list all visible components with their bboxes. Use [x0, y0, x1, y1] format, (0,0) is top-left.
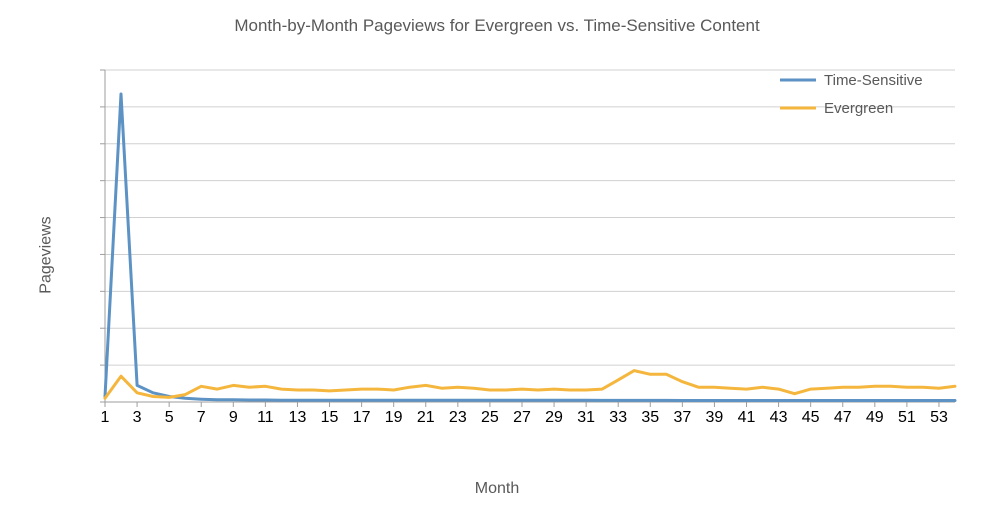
x-tick-label: 29 — [545, 409, 563, 426]
legend-label: Time-Sensitive — [824, 72, 923, 89]
x-tick-label: 37 — [673, 409, 691, 426]
x-tick-label: 31 — [577, 409, 595, 426]
x-tick-label: 35 — [641, 409, 659, 426]
chart-title: Month-by-Month Pageviews for Evergreen v… — [0, 16, 994, 36]
x-tick-label: 47 — [834, 409, 852, 426]
x-tick-label: 49 — [866, 409, 884, 426]
x-tick-label: 1 — [101, 409, 110, 426]
x-axis-label: Month — [0, 480, 994, 498]
x-tick-label: 17 — [353, 409, 371, 426]
x-tick-label: 51 — [898, 409, 916, 426]
legend-label: Evergreen — [824, 100, 893, 117]
x-tick-label: 9 — [229, 409, 238, 426]
x-tick-label: 45 — [802, 409, 820, 426]
legend: Time-Sensitive Evergreen — [780, 72, 923, 117]
x-tick-label: 19 — [385, 409, 403, 426]
plot-svg: 0200040006000800010000120001400016000180… — [95, 50, 965, 450]
x-tick-label: 25 — [481, 409, 499, 426]
plot-area: 0200040006000800010000120001400016000180… — [95, 50, 965, 450]
x-tick-label: 43 — [770, 409, 788, 426]
series-evergreen — [105, 371, 955, 399]
x-tick-label: 39 — [706, 409, 724, 426]
series-time-sensitive — [105, 94, 955, 401]
x-tick-label: 33 — [609, 409, 627, 426]
y-axis-label: Pageviews — [38, 216, 56, 293]
x-tick-label: 3 — [133, 409, 142, 426]
x-tick-label: 11 — [257, 409, 274, 426]
x-tick-label: 13 — [289, 409, 307, 426]
x-tick-label: 7 — [197, 409, 206, 426]
x-tick-label: 5 — [165, 409, 174, 426]
x-tick-label: 41 — [738, 409, 756, 426]
x-tick-label: 53 — [930, 409, 948, 426]
x-tick-label: 23 — [449, 409, 467, 426]
x-tick-label: 15 — [321, 409, 339, 426]
x-tick-label: 27 — [513, 409, 531, 426]
chart-container: Month-by-Month Pageviews for Evergreen v… — [0, 0, 994, 510]
x-tick-label: 21 — [417, 409, 435, 426]
